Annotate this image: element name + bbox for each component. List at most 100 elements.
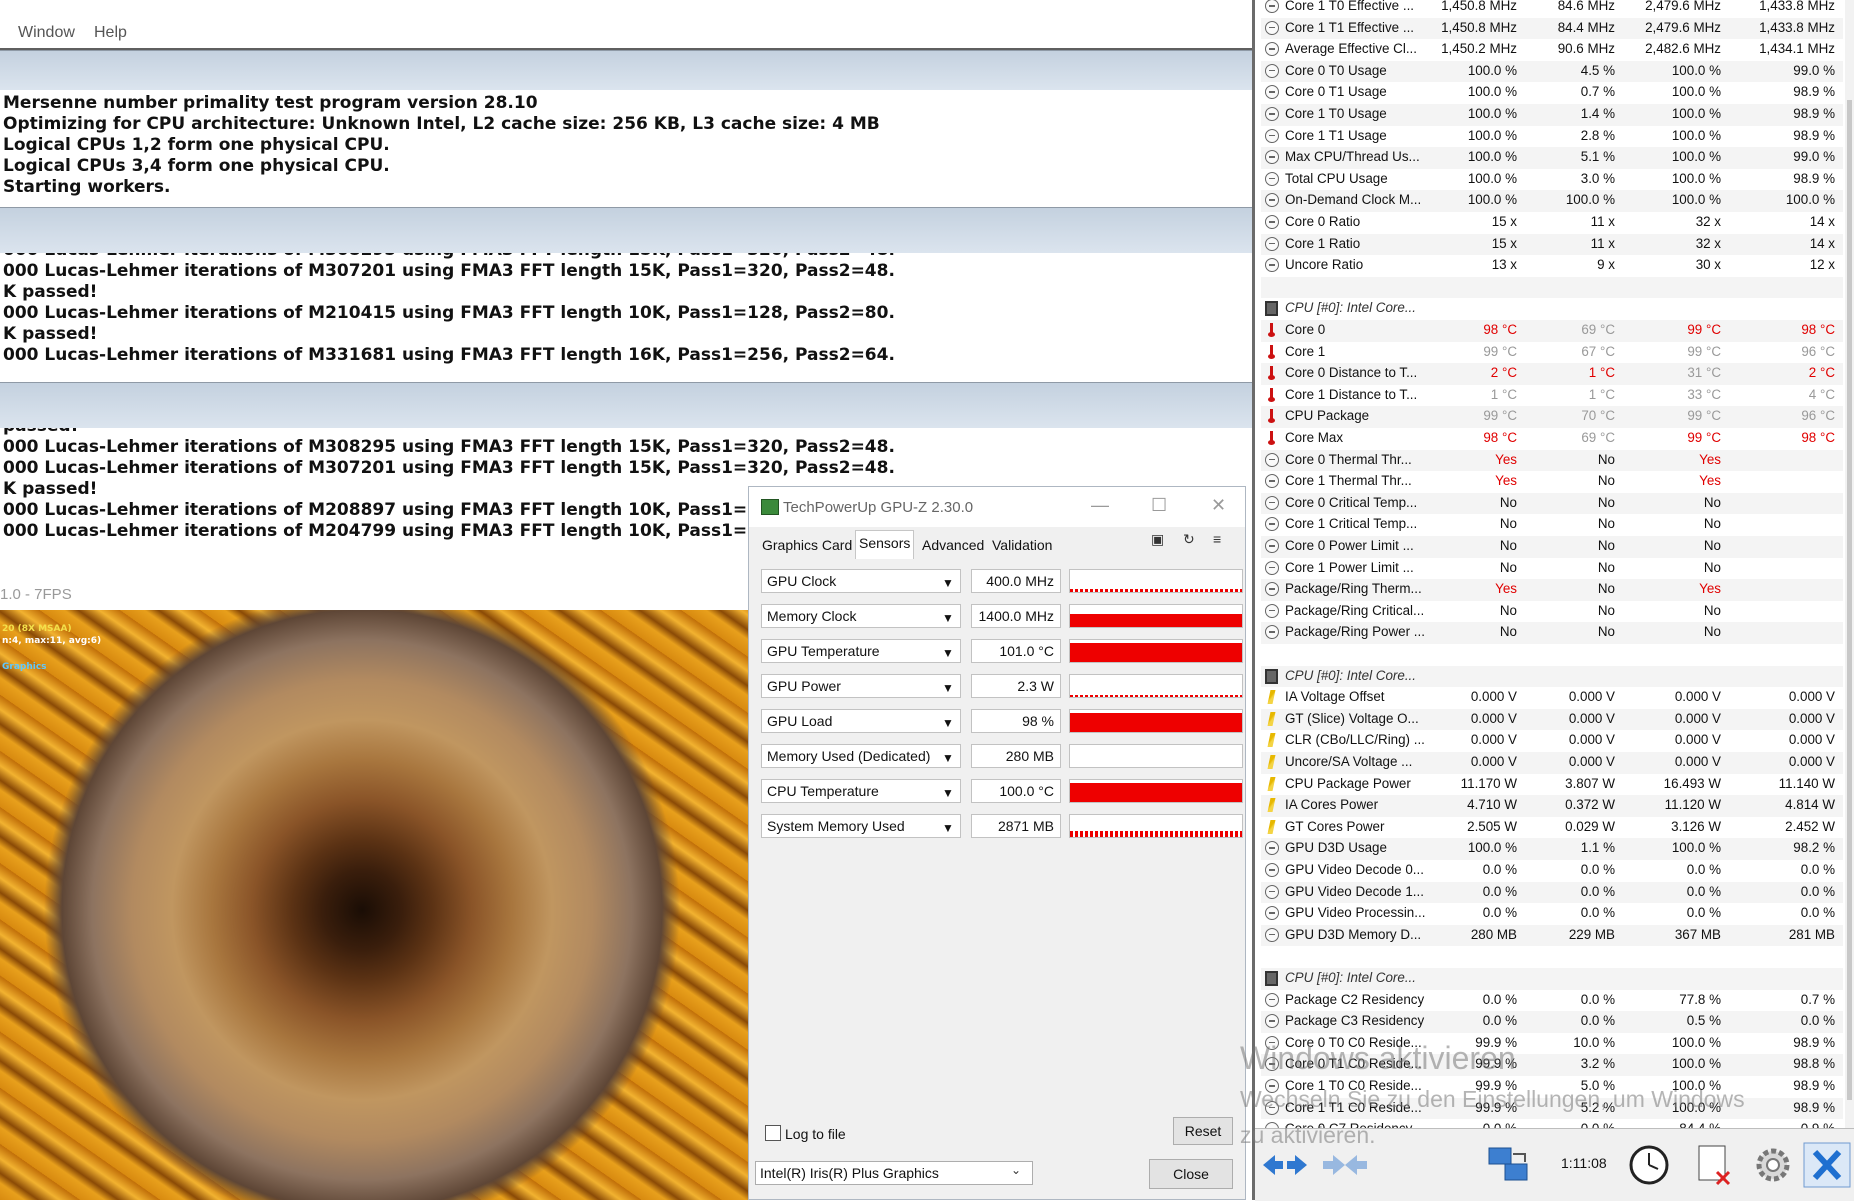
sensor-row[interactable]: Core 1 T0 Effective ... 1,450.8 MHz 84.6 M… bbox=[1261, 0, 1843, 18]
sensor-row[interactable]: Core 1 T1 Usage 100.0 % 2.8 % 100.0 % 98.9 % bbox=[1261, 126, 1843, 148]
chevron-down-icon[interactable]: ▼ bbox=[942, 572, 954, 594]
sensor-name-dropdown[interactable]: GPU Temperature ▼ bbox=[761, 639, 961, 663]
benchmark-render-canvas[interactable]: 20 (8X MSAA) n:4, max:11, avg:6) Graphic… bbox=[0, 610, 748, 1200]
sensor-row[interactable]: Package C3 Residency 0.0 % 0.0 % 0.5 % 0.0 % bbox=[1261, 1011, 1843, 1033]
gear-icon[interactable] bbox=[1749, 1142, 1797, 1188]
chevron-down-icon[interactable]: ▼ bbox=[942, 817, 954, 839]
sensor-value: 2871 MB bbox=[971, 814, 1061, 838]
sensor-row[interactable] bbox=[1261, 276, 1843, 299]
sensor-row[interactable]: IA Voltage Offset 0.000 V 0.000 V 0.000 V 0.… bbox=[1261, 687, 1843, 709]
tab-advanced[interactable]: Advanced bbox=[919, 533, 987, 557]
chevron-down-icon[interactable]: ▼ bbox=[942, 747, 954, 769]
pane-divider[interactable] bbox=[0, 382, 1252, 429]
sensor-row[interactable]: CLR (CBo/LLC/Ring) ... 0.000 V 0.000 V 0.00… bbox=[1261, 730, 1843, 752]
sensor-value: 2 °C bbox=[1808, 365, 1835, 381]
sensor-row[interactable]: Core 1 T0 Usage 100.0 % 1.4 % 100.0 % 98.9 % bbox=[1261, 104, 1843, 126]
sensor-row[interactable]: Uncore/SA Voltage ... 0.000 V 0.000 V 0.000… bbox=[1261, 752, 1843, 774]
gpu-select[interactable]: Intel(R) Iris(R) Plus Graphics bbox=[755, 1161, 1033, 1185]
sensor-row[interactable]: CPU Package Power 11.170 W 3.807 W 16.493 W… bbox=[1261, 774, 1843, 796]
refresh-icon[interactable]: ↻ bbox=[1183, 531, 1195, 548]
sensor-row[interactable]: Core 0 T1 Usage 100.0 % 0.7 % 100.0 % 98.9 % bbox=[1261, 82, 1843, 104]
sensor-group-header[interactable]: CPU [#0]: Intel Core... bbox=[1261, 298, 1843, 320]
sensor-row[interactable]: Package/Ring Critical... No No No bbox=[1261, 601, 1843, 623]
close-button[interactable]: Close bbox=[1149, 1159, 1233, 1189]
clock-reset-icon[interactable] bbox=[1625, 1142, 1673, 1188]
menu-window[interactable]: Window bbox=[18, 24, 75, 42]
hwinfo-scrollbar-thumb[interactable] bbox=[1847, 100, 1852, 1100]
sensor-name-dropdown[interactable]: GPU Power ▼ bbox=[761, 674, 961, 698]
sensor-row: GPU Power ▼ 2.3 W bbox=[761, 674, 1243, 702]
sensor-row[interactable]: Package/Ring Power ... No No No bbox=[1261, 622, 1843, 644]
chevron-down-icon[interactable]: ▼ bbox=[942, 782, 954, 804]
sensor-value: 100.0 % bbox=[1671, 170, 1721, 186]
sensor-row[interactable]: Core 1 99 °C 67 °C 99 °C 96 °C bbox=[1261, 342, 1843, 364]
sensor-group-header[interactable]: CPU [#0]: Intel Core... bbox=[1261, 968, 1843, 990]
gpuz-titlebar[interactable]: TechPowerUp GPU-Z 2.30.0 — ☐ ✕ bbox=[749, 487, 1245, 527]
sensor-row[interactable]: Core 0 Power Limit ... No No No bbox=[1261, 536, 1843, 558]
menu-icon[interactable]: ≡ bbox=[1213, 531, 1221, 547]
report-icon[interactable] bbox=[1689, 1142, 1737, 1188]
sensor-row[interactable]: Core 1 Distance to T... 1 °C 1 °C 33 °C 4 °C bbox=[1261, 385, 1843, 407]
sensor-row[interactable]: Core 0 Distance to T... 2 °C 1 °C 31 °C 2 °C bbox=[1261, 363, 1843, 385]
sensor-row[interactable]: IA Cores Power 4.710 W 0.372 W 11.120 W 4.81… bbox=[1261, 795, 1843, 817]
sensor-row[interactable]: GPU Video Processin... 0.0 % 0.0 % 0.0 % 0.0… bbox=[1261, 903, 1843, 925]
sensor-value: 100.0 % bbox=[1671, 106, 1721, 121]
sensor-row[interactable] bbox=[1261, 644, 1843, 666]
sensor-row[interactable]: Core 0 T0 Usage 100.0 % 4.5 % 100.0 % 99.0 % bbox=[1261, 60, 1843, 83]
sensor-value: 0.0 % bbox=[1482, 883, 1517, 899]
sensor-row[interactable]: GPU D3D Memory D... 280 MB 229 MB 367 MB 281… bbox=[1261, 924, 1843, 947]
sensor-value: 98 °C bbox=[1483, 430, 1517, 445]
sensor-row[interactable]: Core Max 98 °C 69 °C 99 °C 98 °C bbox=[1261, 428, 1843, 450]
maximize-icon[interactable]: ☐ bbox=[1151, 495, 1167, 516]
chevron-down-icon[interactable]: ⌄ bbox=[1011, 1163, 1021, 1177]
sensor-row[interactable]: CPU Package 99 °C 70 °C 99 °C 96 °C bbox=[1261, 406, 1843, 428]
sensor-row[interactable]: Package C2 Residency 0.0 % 0.0 % 77.8 % 0.7 … bbox=[1261, 990, 1843, 1012]
chevron-down-icon[interactable]: ▼ bbox=[942, 642, 954, 664]
tab-validation[interactable]: Validation bbox=[989, 533, 1055, 557]
sensor-row[interactable]: Core 1 Ratio 15 x 11 x 32 x 14 x bbox=[1261, 233, 1843, 256]
close-x-icon[interactable] bbox=[1803, 1142, 1851, 1188]
sensor-row[interactable]: Package/Ring Therm... Yes No Yes bbox=[1261, 579, 1843, 601]
sensor-row[interactable]: Core 1 Power Limit ... No No No bbox=[1261, 558, 1843, 580]
sensor-row[interactable]: Uncore Ratio 13 x 9 x 30 x 12 x bbox=[1261, 255, 1843, 277]
sensor-row[interactable]: On-Demand Clock M... 100.0 % 100.0 % 100.0 … bbox=[1261, 190, 1843, 212]
sensor-row[interactable]: GT (Slice) Voltage O... 0.000 V 0.000 V 0.0… bbox=[1261, 708, 1843, 731]
camera-icon[interactable]: ▣ bbox=[1151, 531, 1164, 548]
sensor-row[interactable]: Core 1 T1 Effective ... 1,450.8 MHz 84.4 M… bbox=[1261, 17, 1843, 40]
chevron-down-icon[interactable]: ▼ bbox=[942, 677, 954, 699]
sensor-row[interactable]: Core 0 Ratio 15 x 11 x 32 x 14 x bbox=[1261, 212, 1843, 234]
tab-graphics-card[interactable]: Graphics Card bbox=[759, 533, 855, 557]
menu-help[interactable]: Help bbox=[94, 24, 127, 42]
sensor-row[interactable]: Total CPU Usage 100.0 % 3.0 % 100.0 % 98.9 % bbox=[1261, 169, 1843, 191]
chevron-down-icon[interactable]: ▼ bbox=[942, 712, 954, 734]
chevron-down-icon[interactable]: ▼ bbox=[942, 607, 954, 629]
sensor-name-dropdown[interactable]: GPU Load ▼ bbox=[761, 709, 961, 733]
sensor-name-dropdown[interactable]: Memory Used (Dedicated) ▼ bbox=[761, 744, 961, 768]
minimize-icon[interactable]: — bbox=[1091, 495, 1109, 516]
sensor-row[interactable]: Core 0 Thermal Thr... Yes No Yes bbox=[1261, 449, 1843, 472]
sensor-name-dropdown[interactable]: GPU Clock ▼ bbox=[761, 569, 961, 593]
sensor-row[interactable]: Average Effective Cl... 1,450.2 MHz 90.6 M… bbox=[1261, 39, 1843, 61]
tab-sensors[interactable]: Sensors bbox=[855, 530, 915, 559]
sensor-name-dropdown[interactable]: System Memory Used ▼ bbox=[761, 814, 961, 838]
sensor-row[interactable]: GPU D3D Usage 100.0 % 1.1 % 100.0 % 98.2 % bbox=[1261, 838, 1843, 860]
sensor-row[interactable] bbox=[1261, 946, 1843, 968]
sensor-name-dropdown[interactable]: Memory Clock ▼ bbox=[761, 604, 961, 628]
close-icon[interactable]: ✕ bbox=[1211, 495, 1226, 516]
reset-button[interactable]: Reset bbox=[1173, 1117, 1233, 1145]
sensor-name-dropdown[interactable]: CPU Temperature ▼ bbox=[761, 779, 961, 803]
log-to-file-checkbox[interactable] bbox=[765, 1125, 781, 1141]
sensor-value: 0.7 % bbox=[1580, 84, 1615, 100]
sensor-row[interactable]: GPU Video Decode 0... 0.0 % 0.0 % 0.0 % 0.0 … bbox=[1261, 860, 1843, 882]
sensor-row[interactable]: GPU Video Decode 1... 0.0 % 0.0 % 0.0 % 0.0 … bbox=[1261, 881, 1843, 904]
sensor-group-header[interactable]: CPU [#0]: Intel Core... bbox=[1261, 665, 1843, 688]
pane-divider[interactable] bbox=[0, 207, 1252, 254]
sensor-row[interactable]: Core 1 Thermal Thr... Yes No Yes bbox=[1261, 471, 1843, 493]
sensor-row[interactable]: Max CPU/Thread Us... 100.0 % 5.1 % 100.0 % 9… bbox=[1261, 147, 1843, 169]
sensor-row[interactable]: Core 0 Critical Temp... No No No bbox=[1261, 492, 1843, 515]
network-icon[interactable] bbox=[1483, 1142, 1535, 1188]
sensor-row[interactable]: GT Cores Power 2.505 W 0.029 W 3.126 W 2.452… bbox=[1261, 817, 1843, 839]
sensor-row[interactable]: Core 0 98 °C 69 °C 99 °C 98 °C bbox=[1261, 320, 1843, 342]
sensor-row[interactable]: Core 1 Critical Temp... No No No bbox=[1261, 514, 1843, 536]
pane-divider[interactable] bbox=[0, 50, 1252, 91]
